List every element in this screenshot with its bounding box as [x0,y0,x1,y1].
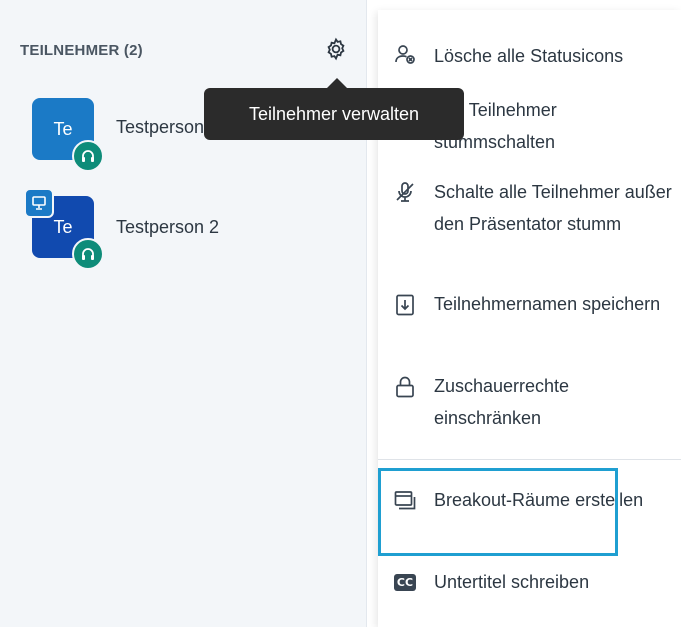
user-name: Testperson 2 [116,217,220,237]
menu-label: Zuschauerrechte einschränken [434,376,570,428]
menu-item-mute-all-except-presenter[interactable]: Schalte alle Teilnehmer außer den Präsen… [378,176,681,272]
menu-label: Lösche alle Statusicons [434,46,624,66]
participants-title: TEILNEHMER (2) [20,42,143,59]
microphone-off-icon [392,179,418,205]
download-file-icon [392,292,418,318]
tooltip-pointer [327,78,347,88]
menu-divider [378,459,681,460]
menu-item-write-captions[interactable]: CC Untertitel schreiben [378,564,681,600]
headset-icon [72,238,104,270]
menu-label: Teilnehmernamen speichern [434,294,661,314]
headset-icon [72,140,104,172]
breakout-rooms-icon [392,488,418,514]
menu-item-create-breakouts[interactable]: Breakout-Räume erstellen [378,484,681,550]
avatar-initials: Te [53,118,73,139]
user-list-item[interactable]: Te Testperson 2 [0,188,366,270]
lock-icon [392,374,418,400]
gear-icon [324,37,348,66]
menu-label: Breakout-Räume erstellen [434,490,644,510]
menu-label: Schalte alle Teilnehmer außer den Präsen… [434,182,672,234]
menu-label: Untertitel schreiben [434,572,590,592]
avatar-initials: Te [53,216,73,237]
menu-label: Alle Teilnehmer stummschalten [434,100,557,152]
menu-item-restrict-viewers[interactable]: Zuschauerrechte einschränken [378,370,681,436]
user-clear-status-icon [392,41,418,67]
menu-item-clear-status[interactable]: Lösche alle Statusicons [378,36,681,76]
manage-users-button[interactable] [321,36,351,66]
menu-item-save-names[interactable]: Teilnehmernamen speichern [378,288,681,354]
presenter-icon [24,188,54,218]
tooltip-text: Teilnehmer verwalten [248,103,420,124]
tooltip: Teilnehmer verwalten [204,88,464,140]
closed-captions-icon: CC [392,569,418,595]
